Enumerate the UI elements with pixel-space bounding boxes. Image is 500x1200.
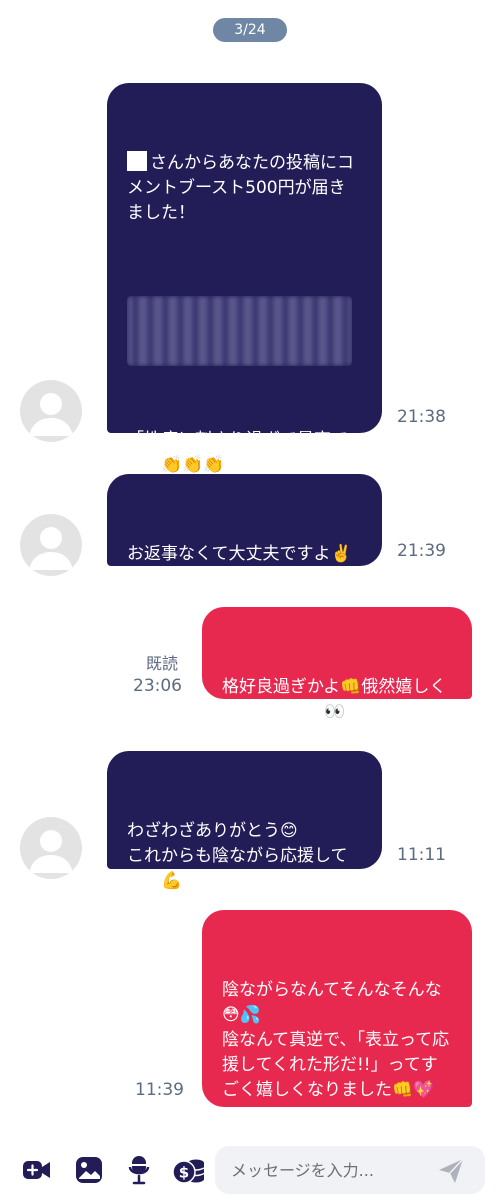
message-input-bar: $ xyxy=(0,1140,500,1200)
message-timestamp: 23:06 xyxy=(133,676,182,696)
message-timestamp: 11:11 xyxy=(397,845,446,865)
avatar[interactable] xyxy=(20,380,82,442)
avatar[interactable] xyxy=(20,817,82,879)
send-icon[interactable] xyxy=(437,1157,465,1185)
message-text: 格好良過ぎかよ👊俄然嬉しくなっちゃうし👀♡ xyxy=(222,677,447,722)
message-bubble-incoming: わざわざありがとう😊 これからも陰ながら応援してます💪 xyxy=(107,751,382,891)
message-text: 陰ながらなんてそんなそんな😳💦 陰なんて真逆で、「表立って応援してくれた形だ!!… xyxy=(222,980,450,1100)
message-bubble-incoming: お返事なくて大丈夫ですよ✌️ xyxy=(107,474,382,566)
page-indicator: 3/24 xyxy=(213,18,287,42)
default-user-icon xyxy=(29,527,73,570)
microphone-icon[interactable] xyxy=(122,1153,156,1187)
message-timestamp: 21:39 xyxy=(397,541,446,561)
video-icon[interactable] xyxy=(20,1153,54,1187)
message-text: お返事なくて大丈夫ですよ✌️ xyxy=(127,544,352,564)
message-timestamp: 21:38 xyxy=(397,407,446,427)
svg-text:$: $ xyxy=(179,1164,189,1182)
read-receipt: 既読 xyxy=(145,654,178,673)
message-bubble-outgoing: 格好良過ぎかよ👊俄然嬉しくなっちゃうし👀♡ xyxy=(202,607,472,722)
image-icon[interactable] xyxy=(72,1153,106,1187)
message-text: さんからあなたの投稿にコメントブースト500円が届きました！ xyxy=(127,153,354,223)
message-bubble-outgoing: 陰ながらなんてそんなそんな😳💦 陰なんて真逆で、「表立って応援してくれた形だ!!… xyxy=(202,910,472,1107)
message-bubble-incoming: さんからあなたの投稿にコメントブースト500円が届きました！ 「性癖に刺さり過ぎ… xyxy=(107,83,382,525)
avatar[interactable] xyxy=(20,514,82,576)
message-timestamp: 11:39 xyxy=(135,1080,184,1100)
money-icon[interactable]: $ xyxy=(172,1153,206,1187)
redacted-username xyxy=(127,151,147,171)
message-text: わざわざありがとう😊 これからも陰ながら応援してます💪 xyxy=(127,821,348,891)
blurred-link xyxy=(127,296,352,366)
default-user-icon xyxy=(29,830,73,873)
default-user-icon xyxy=(29,393,73,436)
